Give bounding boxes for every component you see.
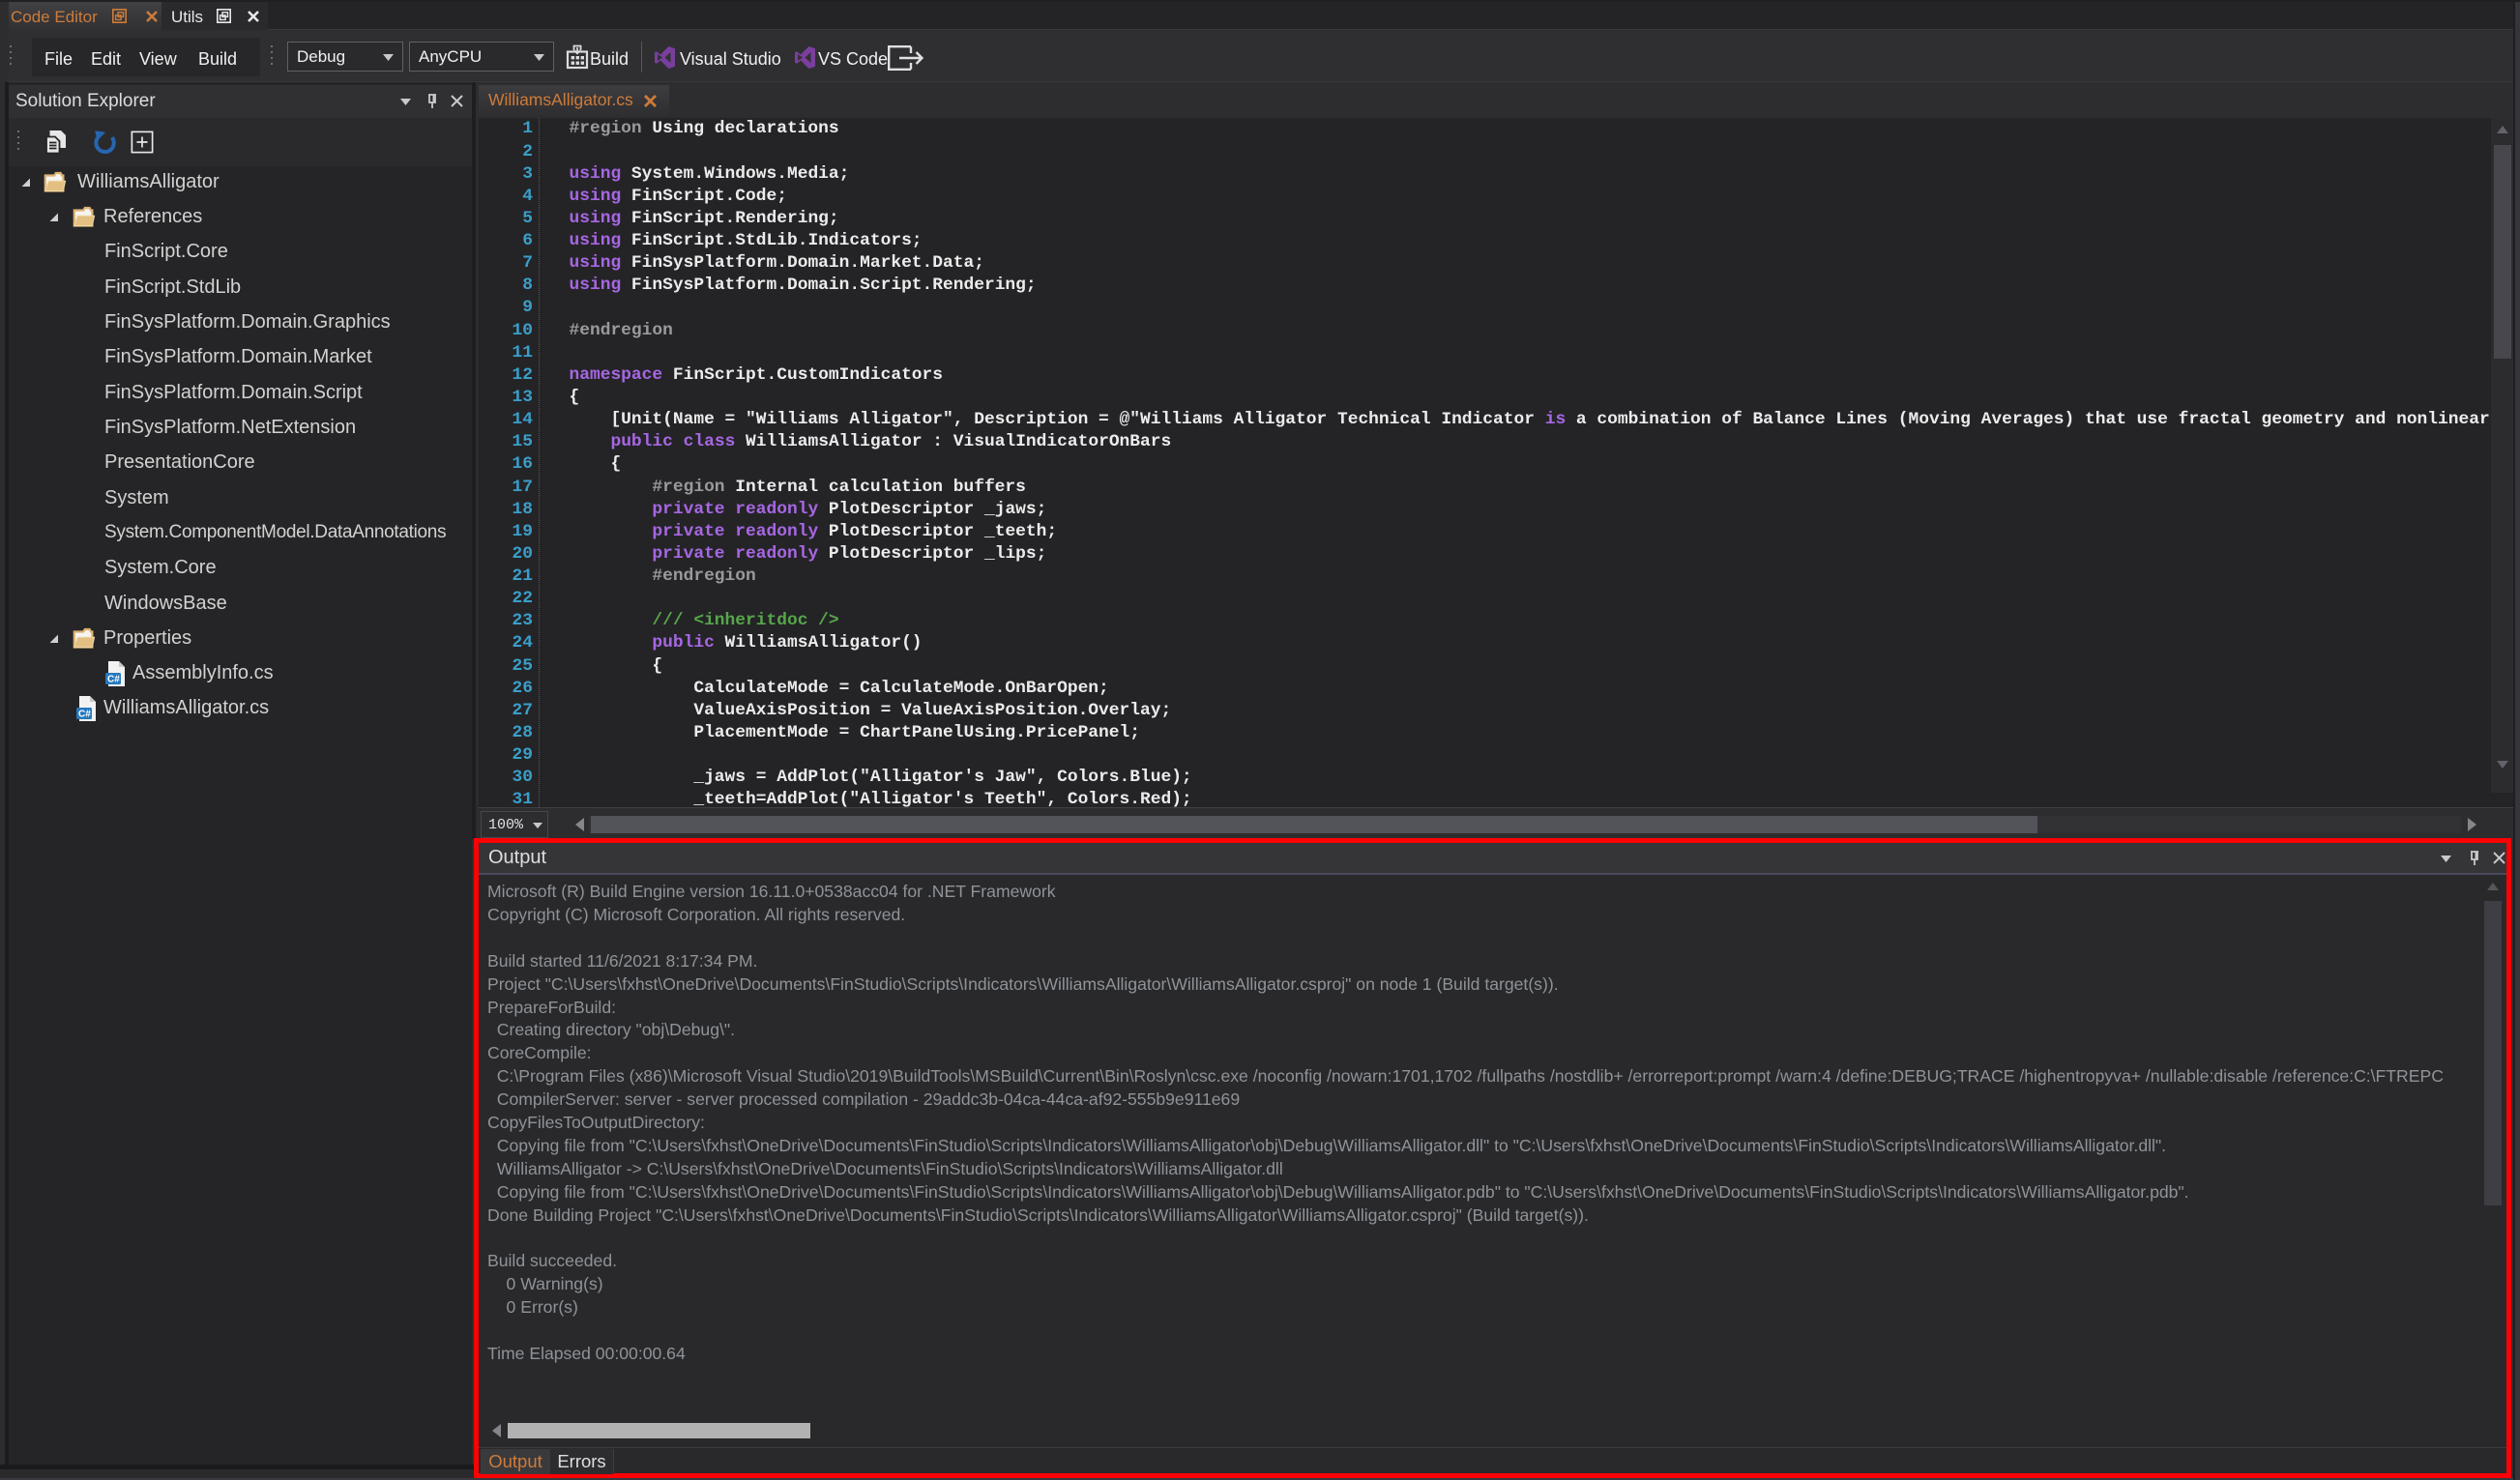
svg-text:C#: C#: [107, 675, 120, 685]
svg-text:C#: C#: [78, 710, 91, 720]
